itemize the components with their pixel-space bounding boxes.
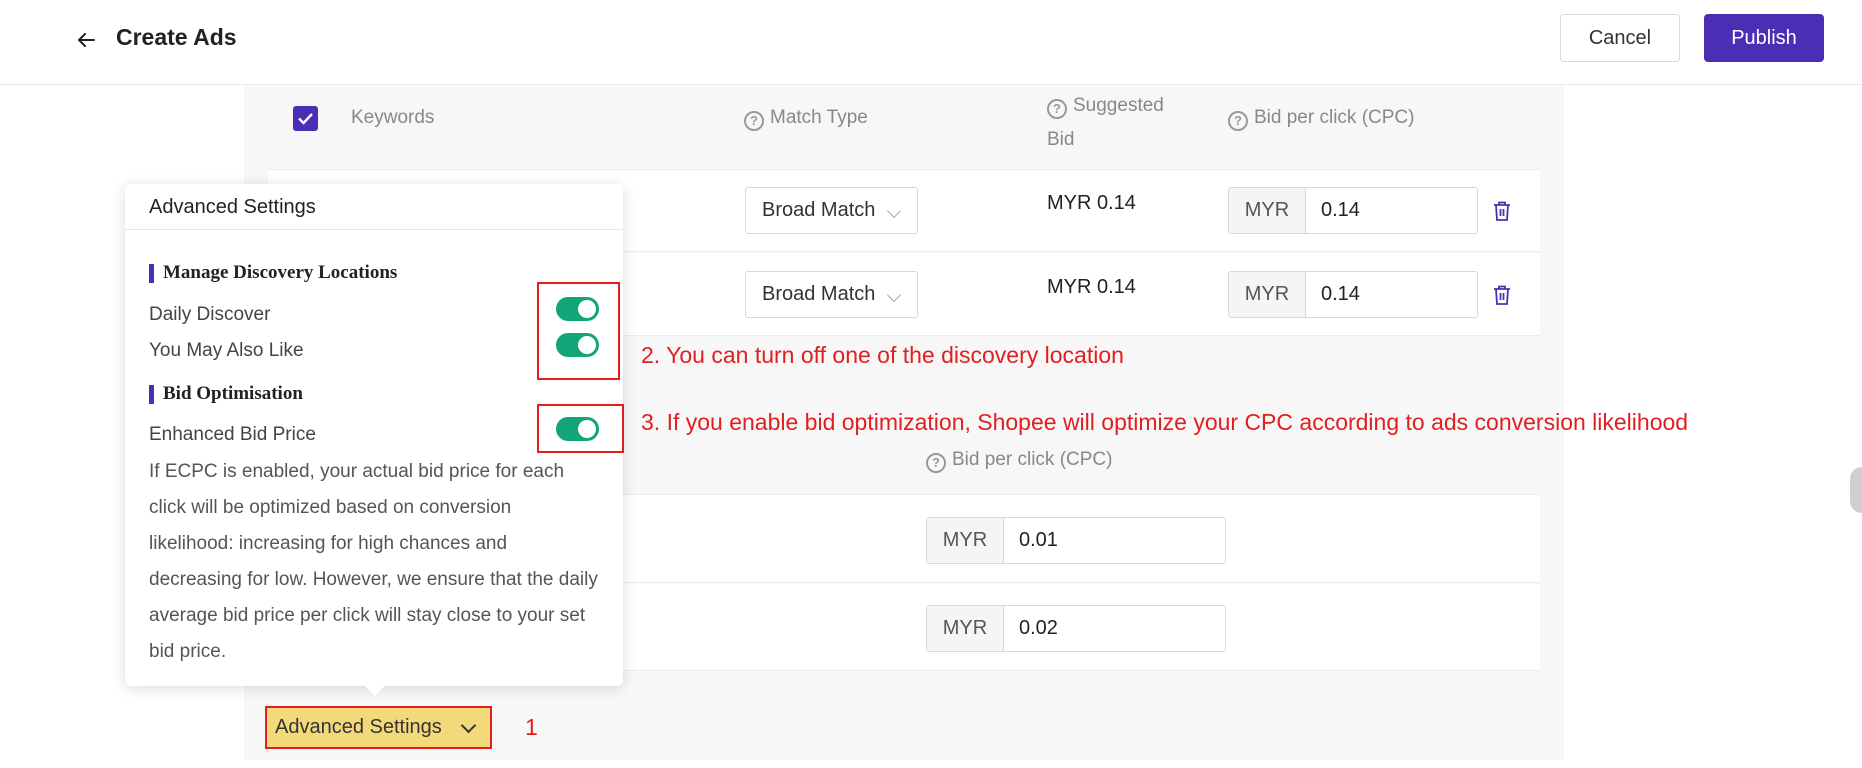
annotation-box-discovery [537,282,620,380]
bid-input[interactable]: MYR 0.01 [926,517,1226,564]
enhanced-bid-label: Enhanced Bid Price [149,424,316,445]
daily-discover-label: Daily Discover [149,304,271,325]
match-type-select[interactable]: Broad Match [745,271,918,318]
help-icon[interactable]: ? [1047,99,1067,119]
section-discovery-heading: Manage Discovery Locations [149,262,397,284]
divider [125,229,623,230]
bid-per-click-label-2: Bid per click (CPC) [952,449,1113,470]
currency-label: MYR [1229,272,1306,317]
bid-value[interactable]: 0.02 [1019,606,1058,651]
suggested-bid-value: MYR 0.14 [1047,276,1136,298]
back-arrow-icon[interactable] [72,26,100,54]
bid-input[interactable]: MYR 0.14 [1228,271,1478,318]
bid-value[interactable]: 0.14 [1321,272,1360,317]
match-type-select[interactable]: Broad Match [745,187,918,234]
trash-icon[interactable] [1492,284,1512,306]
currency-label: MYR [927,606,1004,651]
match-type-value: Broad Match [762,199,876,221]
you-may-also-like-label: You May Also Like [149,340,304,361]
page-title: Create Ads [116,24,237,50]
publish-button[interactable]: Publish [1704,14,1824,62]
advanced-settings-label: Advanced Settings [275,716,442,738]
bid-input[interactable]: MYR 0.14 [1228,187,1478,234]
annotation-box-bid [537,404,624,453]
section-bid-heading: Bid Optimisation [149,383,303,405]
match-type-value: Broad Match [762,283,876,305]
help-icon[interactable]: ? [926,453,946,473]
help-icon[interactable]: ? [1228,111,1248,131]
currency-label: MYR [927,518,1004,563]
chevron-down-icon [460,717,477,734]
suggested-bid-label-line2: Bid [1047,129,1075,150]
suggested-bid-label-line1: Suggested [1073,95,1164,116]
popover-arrow [365,686,385,696]
cancel-button[interactable]: Cancel [1560,14,1680,62]
column-header-match-type: ? Match Type [744,107,868,131]
column-header-bid-per-click: ? Bid per click (CPC) [1228,107,1414,131]
popover-title: Advanced Settings [149,196,316,218]
bid-input[interactable]: MYR 0.02 [926,605,1226,652]
bid-value[interactable]: 0.14 [1321,188,1360,233]
advanced-settings-button[interactable]: Advanced Settings [265,706,492,749]
page-header: Create Ads Cancel Publish [0,0,1862,85]
chevron-down-icon [886,203,902,219]
annotation-step-3: 3. If you enable bid optimization, Shope… [641,409,1689,435]
annotation-step-1: 1 [525,714,538,740]
column-header-bid-per-click-2: ? Bid per click (CPC) [926,449,1112,473]
suggested-bid-value: MYR 0.14 [1047,192,1136,214]
scrollbar-thumb[interactable] [1850,467,1862,513]
column-header-suggested-bid: ? Suggested Bid [1047,89,1164,157]
select-all-checkbox[interactable] [293,106,318,131]
help-icon[interactable]: ? [744,111,764,131]
match-type-label: Match Type [770,107,868,128]
check-icon [298,113,313,125]
bid-per-click-label: Bid per click (CPC) [1254,107,1415,128]
chevron-down-icon [886,287,902,303]
currency-label: MYR [1229,188,1306,233]
enhanced-bid-description: If ECPC is enabled, your actual bid pric… [149,461,598,662]
column-header-keywords: Keywords [351,107,435,128]
trash-icon[interactable] [1492,200,1512,222]
bid-value[interactable]: 0.01 [1019,518,1058,563]
annotation-step-2: 2. You can turn off one of the discovery… [641,342,1124,368]
